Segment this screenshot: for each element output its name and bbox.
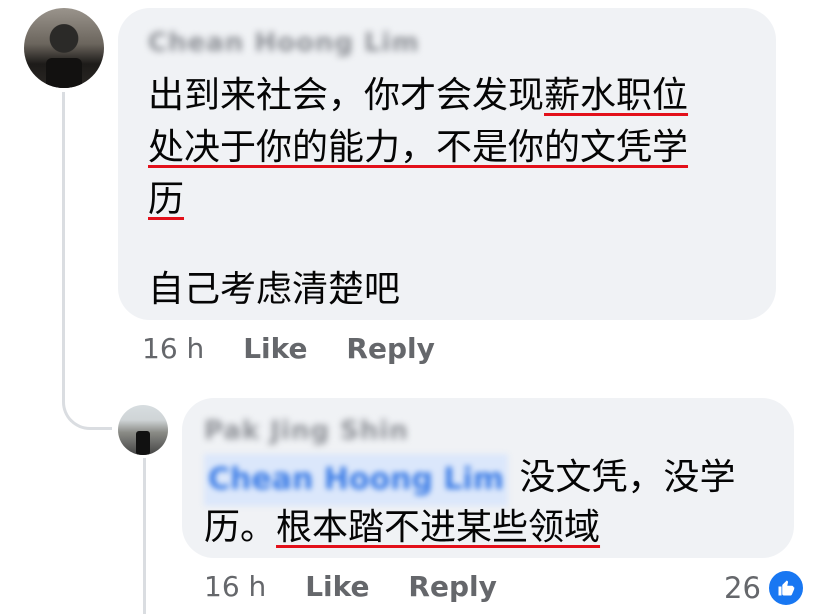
like-button[interactable]: Like	[243, 332, 307, 365]
comment-text-line: 自己考虑清楚吧	[148, 264, 400, 316]
reply-timestamp[interactable]: 16 h	[204, 570, 266, 603]
underlined-text: 根本踏不进某些领域	[276, 507, 601, 548]
like-thumb-icon	[766, 569, 805, 607]
comment-text-line: 出到来社会，你才会发现薪水职位	[148, 70, 688, 122]
mention-tag[interactable]: Chean Hoong Lim	[204, 454, 509, 506]
reply-text-line: 历。根本踏不进某些领域	[204, 502, 600, 554]
reply-button[interactable]: Reply	[346, 332, 434, 365]
underlined-text: 历	[148, 179, 185, 220]
avatar[interactable]	[24, 8, 104, 88]
reply-thread-line	[143, 458, 146, 614]
like-button[interactable]: Like	[305, 570, 369, 603]
comment-text-line: 历	[148, 174, 184, 226]
reply-button[interactable]: Reply	[408, 570, 496, 603]
comment-actions: 16 h Like Reply	[142, 332, 435, 365]
reaction-summary[interactable]: 26	[724, 568, 805, 608]
reply-author-name[interactable]: Pak Jing Shin	[204, 416, 409, 446]
comment-text-line: 处决于你的能力，不是你的文凭学	[148, 122, 688, 174]
comment-text: 自己考虑清楚吧	[148, 269, 401, 310]
reply-text-line: Chean Hoong Lim 没文凭，没学	[204, 452, 735, 506]
comment-text: 出到来社会，你才会发现	[148, 75, 545, 116]
reply-actions: 16 h Like Reply	[204, 570, 497, 603]
reaction-count: 26	[724, 571, 761, 605]
reply-text: 没文凭，没学	[508, 457, 736, 498]
underlined-text: 薪水职位	[544, 75, 689, 116]
underlined-text: 处决于你的能力，不是你的文凭学	[148, 127, 689, 168]
comment-author-name[interactable]: Chean Hoong Lim	[148, 28, 420, 58]
avatar[interactable]	[118, 405, 168, 455]
comment-timestamp[interactable]: 16 h	[142, 332, 204, 365]
thread-connector-line	[62, 92, 112, 430]
comment-bubble: Chean Hoong Lim 出到来社会，你才会发现薪水职位 处决于你的能力，…	[118, 8, 776, 320]
reply-text: 历。	[204, 507, 277, 548]
reply-bubble: Pak Jing Shin Chean Hoong Lim 没文凭，没学 历。根…	[182, 398, 794, 558]
